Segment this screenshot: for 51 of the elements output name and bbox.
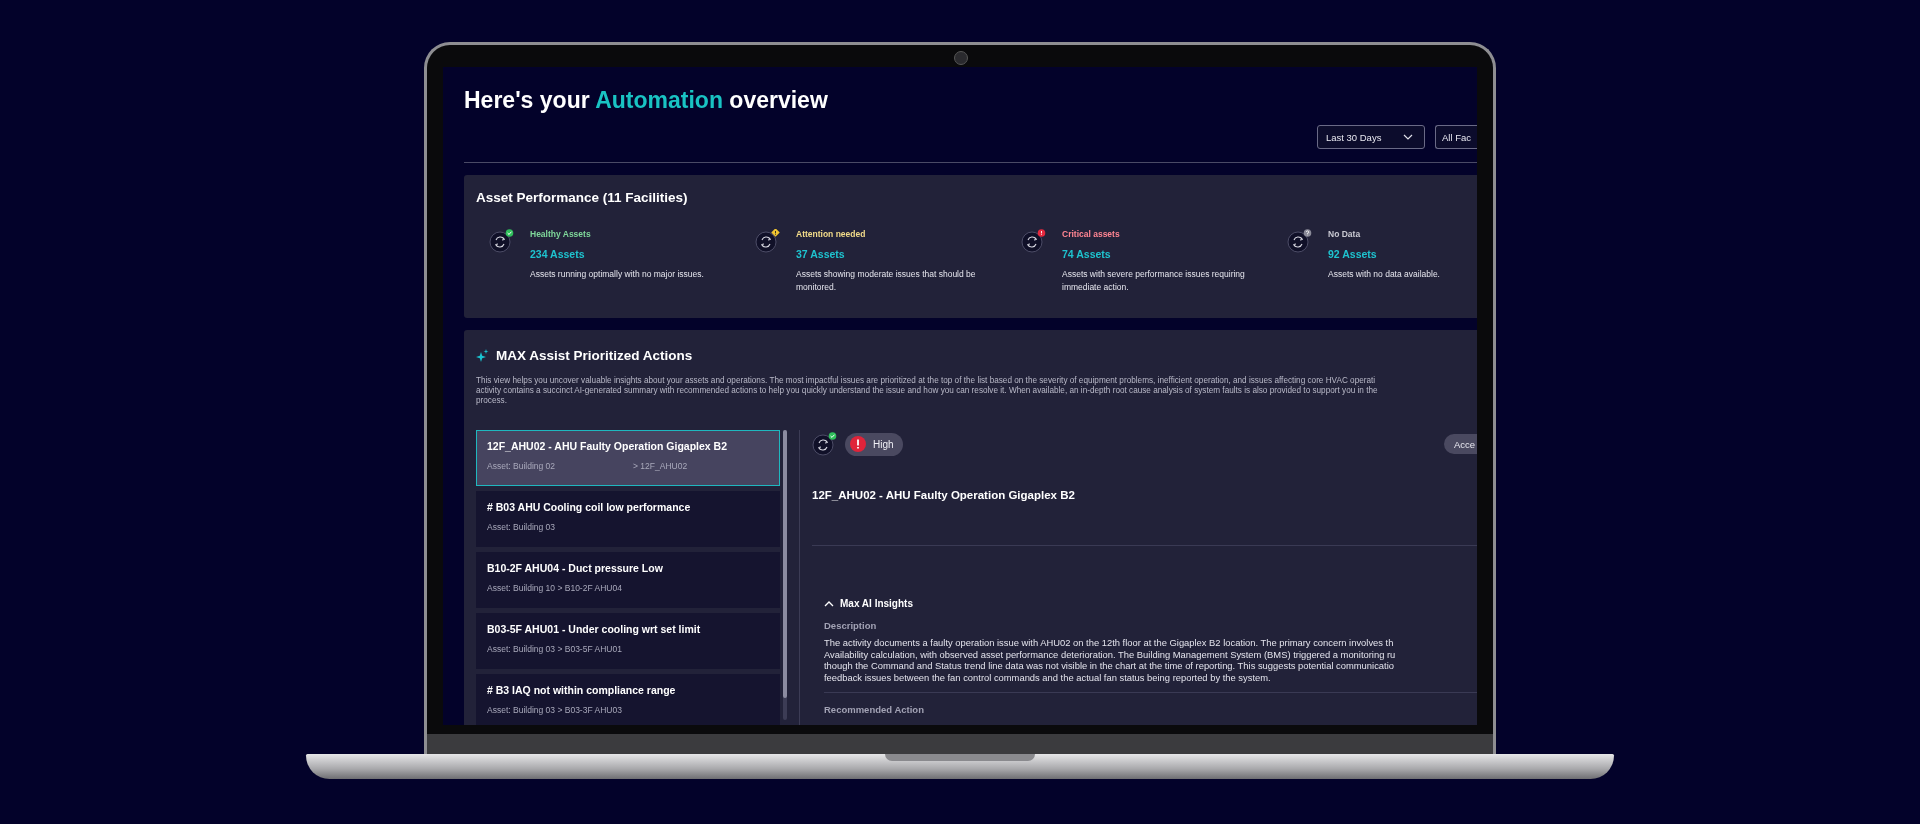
alert-icon bbox=[850, 436, 866, 452]
asset-path: Asset: Building 03 > B03-5F AHU01 bbox=[487, 644, 622, 654]
asset-path: Asset: Building 03 bbox=[487, 522, 556, 532]
filter-dropdown[interactable]: Last 30 Days bbox=[1316, 125, 1425, 149]
stat-count[interactable]: 92 Assets bbox=[1328, 248, 1377, 260]
description-text: The activity documents a faulty operation issue with AHU02 on the 12th floor at the Gigaplex B2 location. The primary concern involves th Availability calculation, with observed asset performance deterioration. The Building Management System (BMS) triggered a monitoring ru though the Command and Status trend line data was not visible in the chart at the time of reporting. This suggests potential communicatio feedback issues between the fan control commands and the actual fan status being reported by the system. bbox=[824, 637, 1397, 683]
stat-count[interactable]: 234 Assets bbox=[530, 248, 585, 260]
sparkle-icon bbox=[476, 349, 489, 362]
stat-label: Attention needed bbox=[796, 229, 866, 239]
priority-badge: High bbox=[845, 432, 903, 456]
stat-description: Assets with severe performance issues requiring immediate action. bbox=[1062, 268, 1246, 294]
action-list-item[interactable]: B10-2F AHU04 - Duct pressure Low Asset: Building 10 > B10-2F AHU04 bbox=[476, 552, 780, 608]
action-list-item[interactable]: # B03 AHU Cooling coil low performance Asset: Building 03 bbox=[476, 491, 780, 547]
stat-label: No Data bbox=[1328, 229, 1361, 239]
page-title: Here's your Automation overview bbox=[464, 87, 828, 113]
action-list-item[interactable]: 12F_AHU02 - AHU Faulty Operation Gigaplex B2 Asset: Building 02 > 12F_AHU02 bbox=[476, 430, 780, 486]
asset-path: Asset: Building 03 > B03-3F AHU03 bbox=[487, 705, 622, 715]
asset-status-icon bbox=[489, 229, 516, 253]
insights-toggle[interactable]: Max AI Insights bbox=[824, 598, 913, 609]
card-title: Asset Performance (11 Facilities) bbox=[476, 190, 688, 205]
action-title: 12F_AHU02 - AHU Faulty Operation Gigaplex B2 bbox=[487, 440, 727, 452]
filter-dropdown[interactable]: All Fac bbox=[1434, 125, 1477, 149]
asset-status-icon bbox=[755, 229, 782, 253]
action-title: # B03 AHU Cooling coil low performance bbox=[487, 501, 691, 513]
webcam bbox=[954, 51, 968, 65]
stat-description: Assets with no data available. bbox=[1328, 268, 1441, 281]
accept-button[interactable]: Acce bbox=[1443, 434, 1477, 454]
section-label: Description bbox=[824, 620, 877, 631]
stat-label: Healthy Assets bbox=[530, 229, 591, 239]
action-list-item[interactable]: # B3 IAQ not within compliance range Asset: Building 03 > B03-3F AHU03 bbox=[476, 674, 780, 725]
intro-paragraph: This view helps you uncover valuable insights about your assets and operations. The most impactful issues are prioritized at the top of the list based on the severity of equipment problems, inefficient operation, and issues affecting core HVAC operati activity contains a succinct AI-generated summary with recommended actions to help you quickly understand the issue and how you can resolve it. When available, an in-depth root cause analysis of system faults is also provided to support you in the process. bbox=[476, 376, 1379, 406]
stat-count[interactable]: 74 Assets bbox=[1062, 248, 1111, 260]
card-title: MAX Assist Prioritized Actions bbox=[496, 348, 693, 363]
chevron-down-icon bbox=[1403, 134, 1414, 140]
stat-description: Assets showing moderate issues that should be monitored. bbox=[796, 268, 977, 294]
detail-title: 12F_AHU02 - AHU Faulty Operation Gigaplex B2 bbox=[812, 489, 1075, 501]
action-title: B10-2F AHU04 - Duct pressure Low bbox=[487, 562, 663, 574]
asset-path: Asset: Building 02 bbox=[487, 461, 556, 471]
stat-description: Assets running optimally with no major issues. bbox=[530, 268, 705, 281]
scrollbar[interactable] bbox=[783, 430, 787, 720]
stat-label: Critical assets bbox=[1062, 229, 1120, 239]
stat-count[interactable]: 37 Assets bbox=[796, 248, 845, 260]
asset-status-icon bbox=[812, 432, 839, 456]
section-label: Recommended Action bbox=[824, 704, 924, 715]
asset-path: > 12F_AHU02 bbox=[633, 461, 688, 471]
asset-status-icon bbox=[1287, 229, 1314, 253]
asset-path: Asset: Building 10 > B10-2F AHU04 bbox=[487, 583, 622, 593]
action-title: # B3 IAQ not within compliance range bbox=[487, 684, 676, 696]
action-title: B03-5F AHU01 - Under cooling wrt set limit bbox=[487, 623, 701, 635]
asset-status-icon bbox=[1021, 229, 1048, 253]
action-list-item[interactable]: B03-5F AHU01 - Under cooling wrt set limit Asset: Building 03 > B03-5F AHU01 bbox=[476, 613, 780, 669]
